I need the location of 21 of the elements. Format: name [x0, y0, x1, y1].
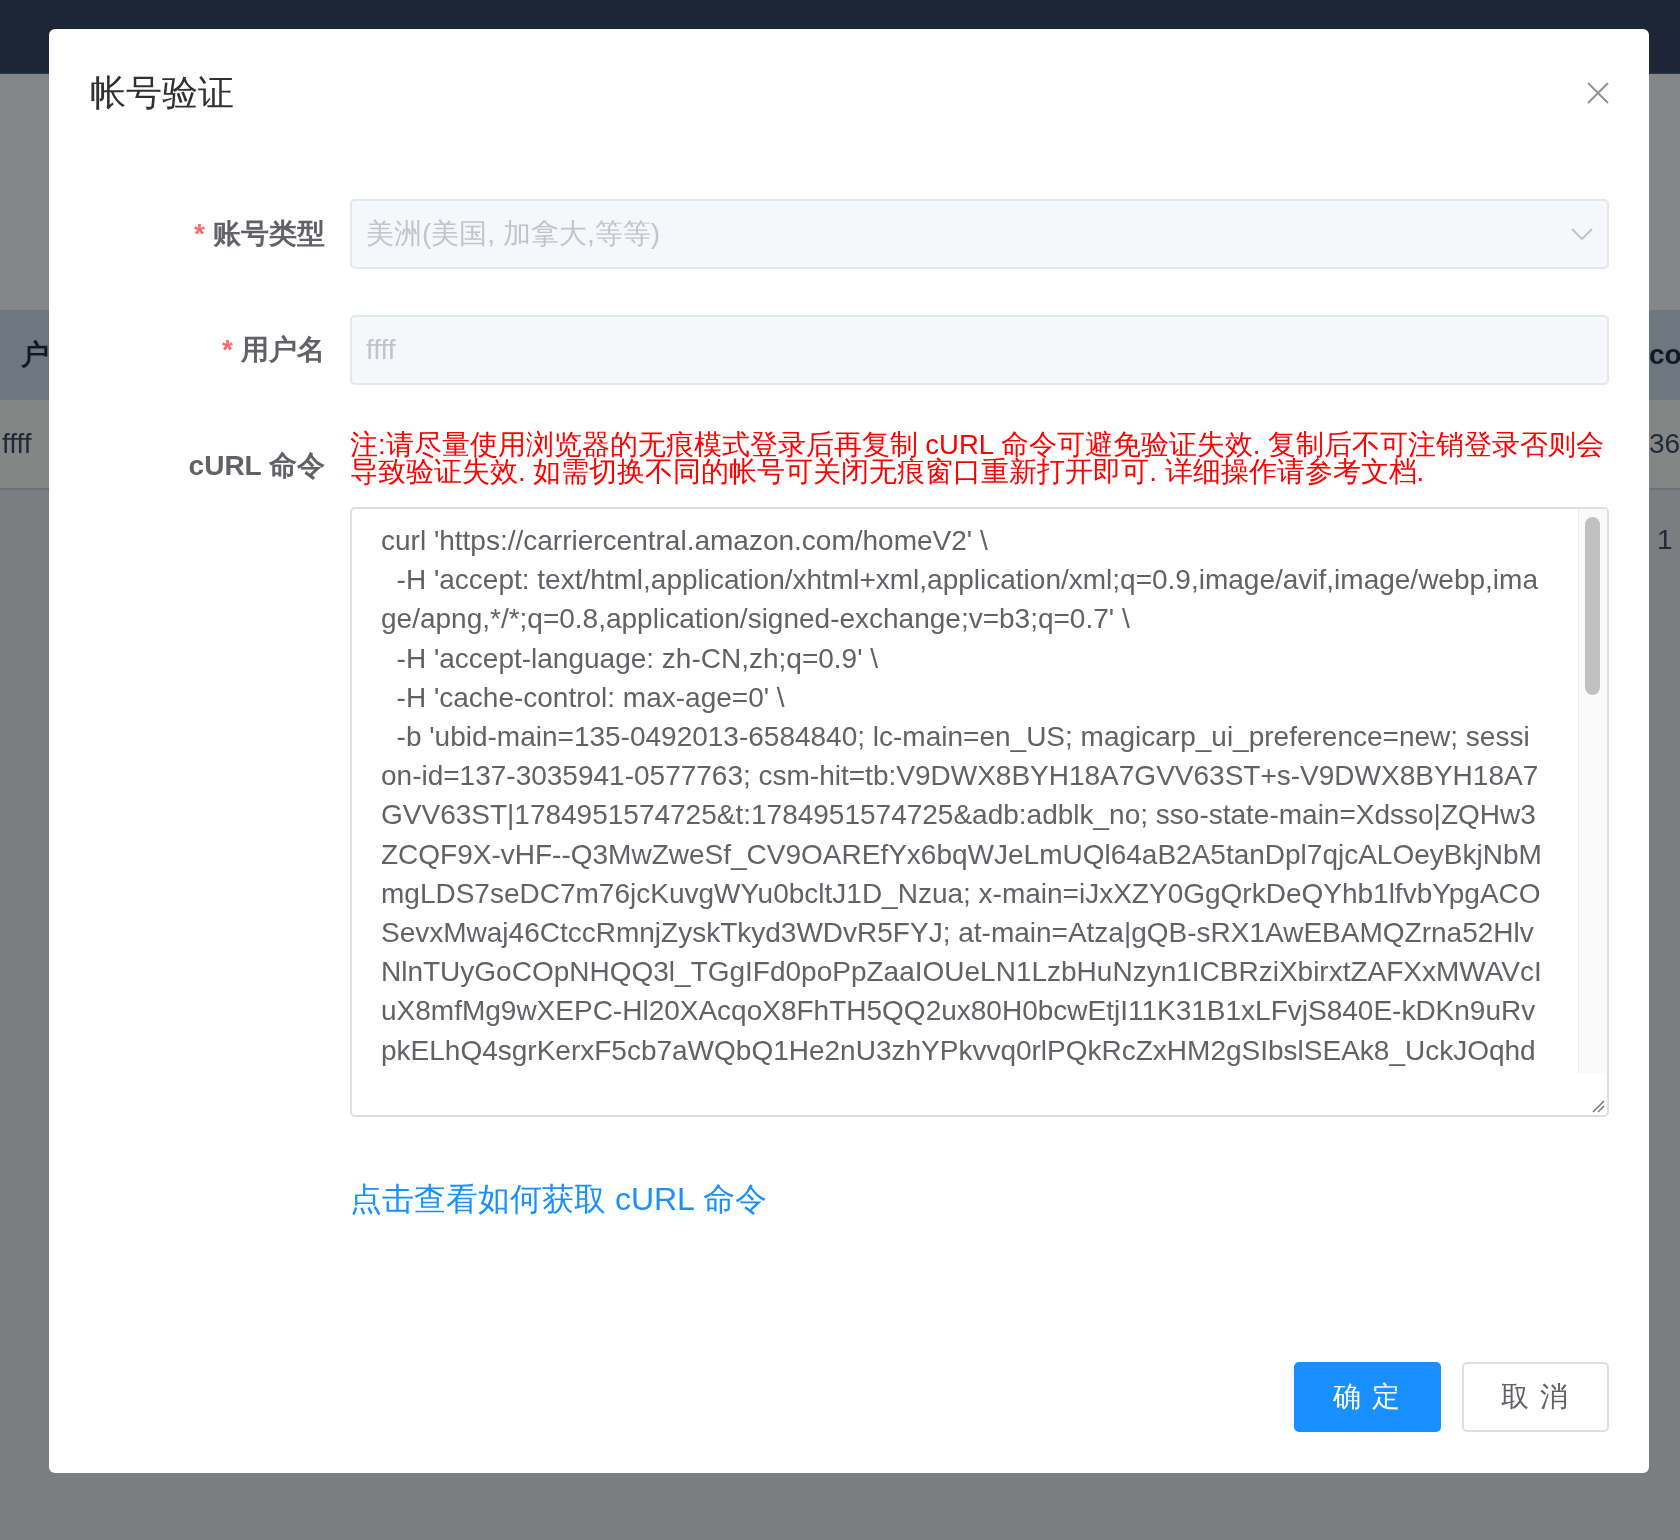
scrollbar[interactable] [1578, 509, 1607, 1073]
required-asterisk: * [194, 218, 205, 249]
required-asterisk: * [222, 334, 233, 365]
warning-note: 注:请尽量使用浏览器的无痕模式登录后再复制 cURL 命令可避免验证失效. 复制后不可注销登录否则会导致验证失效. 如需切换不同的帐号可关闭无痕窗口重新打开即可. 详细操作请参考文档. [350, 431, 1605, 485]
field-label: 用户名 [241, 334, 325, 365]
cancel-button[interactable]: 取 消 [1462, 1362, 1609, 1432]
chevron-down-icon [1571, 228, 1593, 240]
field-label: 账号类型 [213, 218, 325, 249]
field-label: cURL 命令 [188, 450, 325, 481]
table-cell: 1 [1657, 524, 1673, 556]
table-cell: ffff [2, 428, 32, 460]
confirm-button[interactable]: 确 定 [1294, 1362, 1441, 1432]
close-icon[interactable] [1587, 82, 1609, 104]
column-header: 户 [21, 338, 49, 372]
dialog-title: 帐号验证 [90, 71, 234, 115]
curl-field[interactable]: curl 'https://carriercentral.amazon.com/homeV2' \ -H 'accept: text/html,application/xhtml+xml,application/xml;q=0.9,image/avif,image/webp,image/apng,*/*;q=0.8,application/signed-exchange;v=b3;q=0.7' \ -H 'accept-language: zh-CN,zh;q=0.9' \ -H 'cache-control: max-age=0' \ -b 'ubid-main=135-0492013-6584840; lc-main=en_US; magicarp_ui_preference=new; session-id=137-3035941-0577763; csm-hit=tb:V9DWX8BYH18A7GVV63ST+s-V9DWX8BYH18A7GVV63ST|1784951574725&t:1784951574725&adb:adblk_no; sso-state-main=Xdsso|ZQHw3ZCQF9X-vHF--Q3MwZweSf_CV9OAREfYx6bqWJeLmUQl64aB2A5tanDpl7qjcALOeyBkjNbMmgLDS7seDC7m76jcKuvgWYu0bcltJ1D_Nzua; x-main=iJxXZY0GgQrkDeQYhb1lfvbYpgACOSevxMwaj46CtccRmnjZyskTkyd3WDvR5FYJ; at-main=Atza|gQB-sRX1AwEBAMQZrna52HlvNlnTUyGoCOpNHQQ3l_TGgIFd0poPpZaaIOUeLN1LzbHuNzyn1ICBRziXbirxtZAFXxMWAVcIuX8mfMg9wXEPC-Hl20XAcqoX8FhTH5QQ2ux80H0bcwEtjI11K31B1xLFvjS840E-kDKn9uRvpkELhQ4sgrKerxF5cb7aWQbQ1He2nU3zhYPkvvq0rlPQkRcZxHM2gSIbslSEAk8_UckJOqhd [350, 507, 1609, 1117]
help-link[interactable]: 点击查看如何获取 cURL 命令 [350, 1179, 767, 1219]
resize-handle-icon[interactable] [1591, 1099, 1605, 1113]
table-cell: 36 [1649, 428, 1680, 460]
column-header: co [1649, 339, 1680, 371]
scrollbar-thumb[interactable] [1585, 517, 1600, 695]
